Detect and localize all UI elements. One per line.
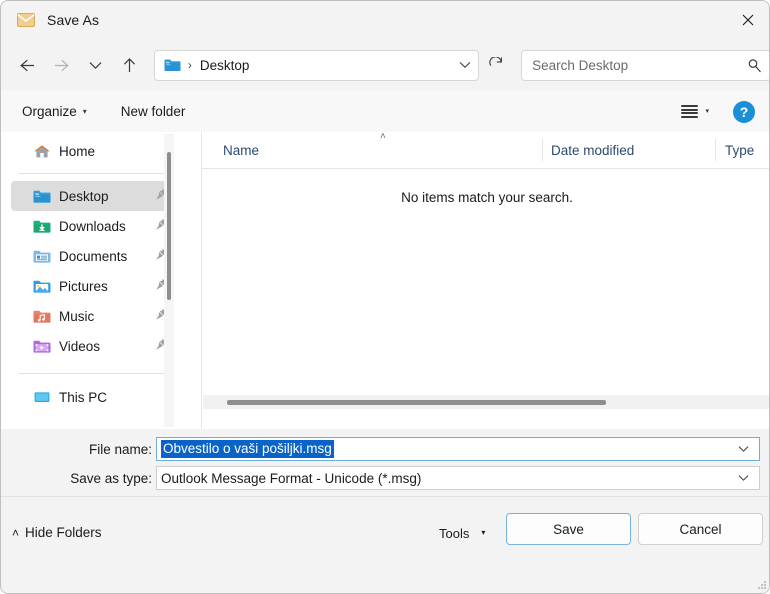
file-list-pane: ˄ Name Date modified Type No items match… xyxy=(201,131,769,429)
refresh-button[interactable] xyxy=(479,50,513,81)
organize-label: Organize xyxy=(22,104,77,119)
dialog-footer: ˄ Hide Folders Tools ▾ Save Cancel xyxy=(1,496,769,593)
sidebar-item-label: Pictures xyxy=(59,278,108,294)
sidebar-item-label: Videos xyxy=(59,338,101,354)
search-box[interactable]: Search Desktop xyxy=(521,49,769,81)
sidebar-item-desktop[interactable]: Desktop xyxy=(11,181,171,211)
new-folder-button[interactable]: New folder xyxy=(112,98,195,126)
sidebar-item-label: This PC xyxy=(59,389,108,405)
up-button[interactable] xyxy=(112,49,146,81)
address-dropdown-chevron-down-icon[interactable] xyxy=(452,61,478,69)
sidebar-item-label: Home xyxy=(59,143,96,159)
chevron-down-icon[interactable] xyxy=(738,475,749,482)
column-header-type[interactable]: Type xyxy=(725,143,754,158)
folder-documents-icon xyxy=(33,249,51,264)
column-headers: ˄ Name Date modified Type xyxy=(202,131,769,169)
back-button[interactable] xyxy=(11,49,45,81)
toolbar-right-group: ▾ ? xyxy=(675,98,755,126)
sort-ascending-icon: ˄ xyxy=(380,131,386,142)
chevron-up-icon: ˄ xyxy=(12,525,20,540)
sidebar-item-videos[interactable]: Videos xyxy=(11,331,171,361)
search-input[interactable]: Search Desktop xyxy=(532,58,628,73)
folder-pictures-icon xyxy=(33,279,51,294)
save-as-type-value: Outlook Message Format - Unicode (*.msg) xyxy=(161,470,422,486)
sidebar-scrollbar-thumb[interactable] xyxy=(167,152,171,300)
column-divider[interactable] xyxy=(715,139,716,161)
chevron-down-icon: ▾ xyxy=(481,528,486,537)
sidebar-item-label: Desktop xyxy=(59,188,109,204)
folder-videos-icon xyxy=(33,339,51,354)
folder-downloads-icon xyxy=(33,219,51,234)
home-icon xyxy=(33,144,51,159)
close-button[interactable] xyxy=(725,1,769,38)
view-options-button[interactable]: ▾ xyxy=(675,98,715,126)
file-name-input[interactable]: Obvestilo o vaši pošiljki.msg xyxy=(161,440,334,458)
computer-icon xyxy=(33,390,51,405)
sidebar-divider-1 xyxy=(19,173,165,174)
help-button[interactable]: ? xyxy=(733,100,755,123)
command-bar: Organize ▾ New folder ▾ ? xyxy=(1,91,769,133)
sidebar-item-label: Music xyxy=(59,308,95,324)
save-form: File name: Obvestilo o vaši pošiljki.msg… xyxy=(1,429,769,499)
recent-locations-button[interactable] xyxy=(78,49,112,81)
file-name-row: File name: Obvestilo o vaši pošiljki.msg xyxy=(1,437,760,461)
save-as-type-row: Save as type: Outlook Message Format - U… xyxy=(1,466,760,490)
title-bar: Save As xyxy=(1,1,769,39)
sidebar-item-label: Documents xyxy=(59,248,128,264)
mail-envelope-icon xyxy=(17,13,35,27)
sidebar-item-pictures[interactable]: Pictures xyxy=(11,271,171,301)
save-button[interactable]: Save xyxy=(506,513,631,545)
empty-list-message: No items match your search. xyxy=(401,190,573,205)
resize-grip[interactable] xyxy=(756,579,768,591)
sidebar-divider-2 xyxy=(19,373,165,374)
file-name-label: File name: xyxy=(88,441,152,457)
navigation-bar: › Desktop Search Desktop xyxy=(1,39,769,91)
sidebar-item-documents[interactable]: Documents xyxy=(11,241,171,271)
column-header-date-modified[interactable]: Date modified xyxy=(551,143,634,158)
organize-button[interactable]: Organize ▾ xyxy=(13,98,96,126)
save-as-type-combobox[interactable]: Outlook Message Format - Unicode (*.msg) xyxy=(156,466,760,490)
sidebar-item-music[interactable]: Music xyxy=(11,301,171,331)
tools-label: Tools xyxy=(439,525,470,541)
list-view-icon xyxy=(681,105,699,118)
folder-icon xyxy=(164,58,181,72)
navigation-sidebar: Home Desktop Downloads Documents Picture… xyxy=(1,132,179,429)
file-name-combobox[interactable]: Obvestilo o vaši pošiljki.msg xyxy=(156,437,760,461)
hide-folders-button[interactable]: ˄ Hide Folders xyxy=(12,525,102,540)
chevron-down-icon: ▾ xyxy=(82,106,87,116)
breadcrumb-separator: › xyxy=(187,58,192,72)
breadcrumb-desktop[interactable]: Desktop xyxy=(200,58,250,73)
column-header-name[interactable]: Name xyxy=(223,143,259,158)
window-title: Save As xyxy=(47,12,100,28)
chevron-down-icon[interactable] xyxy=(738,446,749,453)
address-bar[interactable]: › Desktop xyxy=(153,49,480,81)
file-list-horizontal-scrollbar-thumb[interactable] xyxy=(227,400,606,405)
tools-button[interactable]: Tools ▾ xyxy=(429,517,495,549)
sidebar-item-this-pc[interactable]: This PC xyxy=(11,382,171,412)
new-folder-label: New folder xyxy=(120,104,186,119)
forward-button[interactable] xyxy=(45,49,79,81)
sidebar-item-home[interactable]: Home xyxy=(11,136,171,166)
sidebar-item-label: Downloads xyxy=(59,218,126,234)
chevron-down-icon: ▾ xyxy=(705,108,709,115)
sidebar-item-downloads[interactable]: Downloads xyxy=(11,211,171,241)
folder-music-icon xyxy=(33,309,51,324)
save-as-type-label: Save as type: xyxy=(70,470,152,486)
dialog-body: Home Desktop Downloads Documents Picture… xyxy=(1,131,769,429)
hide-folders-label: Hide Folders xyxy=(25,525,102,540)
search-icon xyxy=(747,58,762,73)
cancel-button[interactable]: Cancel xyxy=(638,513,763,545)
column-divider[interactable] xyxy=(542,139,543,161)
folder-desktop-icon xyxy=(33,189,51,204)
save-as-dialog: Save As › Desktop Search Desktop Organiz… xyxy=(0,0,770,594)
